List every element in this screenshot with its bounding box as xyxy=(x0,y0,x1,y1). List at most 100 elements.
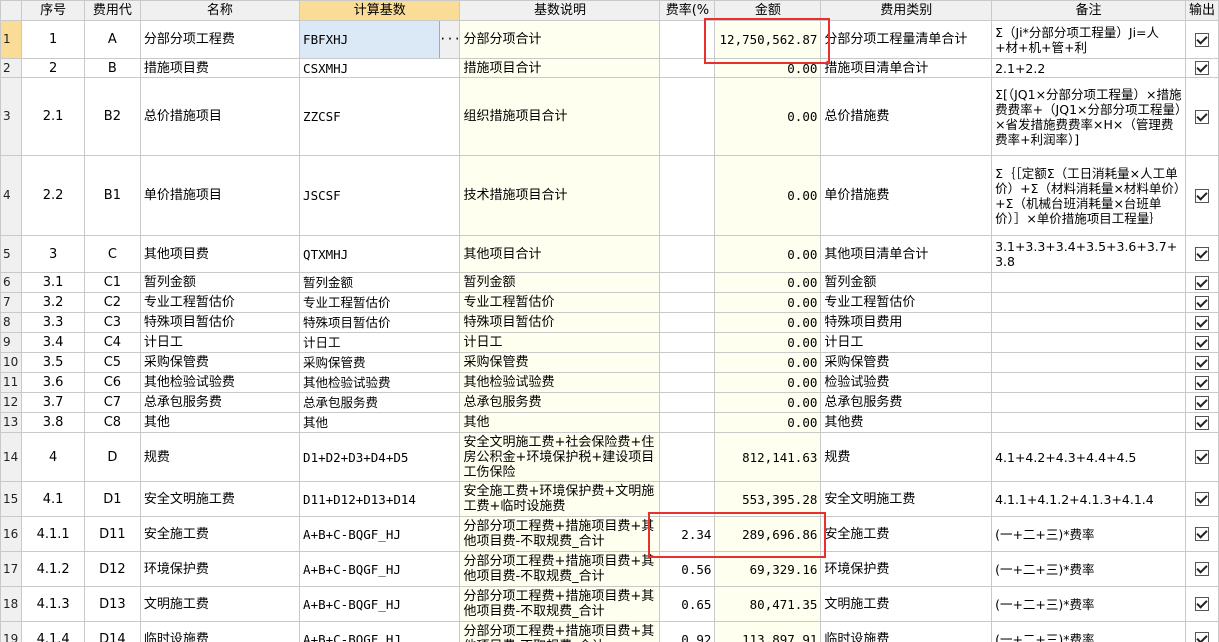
cell-seq[interactable]: 2 xyxy=(21,58,85,78)
cell-code[interactable]: D14 xyxy=(83,621,141,642)
cell-name[interactable]: 分部分项工程费 xyxy=(139,20,301,59)
cell-category[interactable]: 采购保管费 xyxy=(820,352,993,373)
cell-amount[interactable]: 0.00 xyxy=(714,155,822,236)
cell-code[interactable]: D13 xyxy=(83,586,141,622)
col-header-amount[interactable]: 金额 xyxy=(714,0,822,21)
checkbox-checked-icon[interactable] xyxy=(1194,395,1209,410)
col-header-rate[interactable]: 费率(% xyxy=(659,0,716,21)
cell-name[interactable]: 采购保管费 xyxy=(139,352,301,373)
cell-desc[interactable]: 暂列金额 xyxy=(459,272,661,293)
cell-output[interactable] xyxy=(1184,235,1219,273)
cell-code[interactable]: C3 xyxy=(83,312,141,333)
cell-category[interactable]: 单价措施费 xyxy=(820,155,993,236)
cell-remark[interactable]: 2.1+2.2 xyxy=(991,58,1186,78)
checkbox-checked-icon[interactable] xyxy=(1194,415,1209,430)
cell-rate[interactable] xyxy=(659,372,716,393)
cell-output[interactable] xyxy=(1184,551,1219,587)
cell-code[interactable]: D xyxy=(83,432,141,482)
table-row[interactable]: 9 3.4 C4 计日工 计日工 计日工 0.00 计日工 xyxy=(0,332,1219,353)
cell-seq[interactable]: 4.1.1 xyxy=(21,516,85,552)
cell-name[interactable]: 其他项目费 xyxy=(139,235,301,273)
cell-output[interactable] xyxy=(1184,352,1219,373)
checkbox-checked-icon[interactable] xyxy=(1194,61,1209,75)
cell-seq[interactable]: 3.1 xyxy=(21,272,85,293)
cell-seq[interactable]: 2.1 xyxy=(21,77,85,156)
col-header-name[interactable]: 名称 xyxy=(139,0,301,21)
cell-rate[interactable] xyxy=(659,412,716,433)
table-row[interactable]: 11 3.6 C6 其他检验试验费 其他检验试验费 其他检验试验费 0.00 检验试验费 xyxy=(0,372,1219,393)
cell-category[interactable]: 暂列金额 xyxy=(820,272,993,293)
cell-rate[interactable] xyxy=(659,77,716,156)
cell-desc[interactable]: 专业工程暂估价 xyxy=(459,292,661,313)
checkbox-checked-icon[interactable] xyxy=(1194,492,1209,506)
cell-category[interactable]: 其他费 xyxy=(820,412,993,433)
cell-amount[interactable]: 80,471.35 xyxy=(714,586,822,622)
cell-output[interactable] xyxy=(1184,332,1219,353)
cell-amount[interactable]: 0.00 xyxy=(714,392,822,413)
cell-base[interactable]: A+B+C-BQGF_HJ xyxy=(299,621,461,642)
cell-code[interactable]: B1 xyxy=(83,155,141,236)
cell-output[interactable] xyxy=(1184,312,1219,333)
checkbox-checked-icon[interactable] xyxy=(1194,597,1209,611)
table-row[interactable]: 17 4.1.2 D12 环境保护费 A+B+C-BQGF_HJ 分部分项工程费+措施项目… xyxy=(0,551,1219,587)
cell-output[interactable] xyxy=(1184,432,1219,482)
cell-base[interactable]: 总承包服务费 xyxy=(299,392,461,413)
cell-remark[interactable] xyxy=(991,332,1186,353)
col-header-category[interactable]: 费用类别 xyxy=(820,0,993,21)
checkbox-checked-icon[interactable] xyxy=(1194,632,1209,642)
cell-category[interactable]: 分部分项工程量清单合计 xyxy=(820,20,993,59)
cell-rate[interactable] xyxy=(659,235,716,273)
cell-seq[interactable]: 3 xyxy=(21,235,85,273)
cell-seq[interactable]: 3.4 xyxy=(21,332,85,353)
cell-remark[interactable]: 4.1+4.2+4.3+4.4+4.5 xyxy=(991,432,1186,482)
cell-amount[interactable]: 69,329.16 xyxy=(714,551,822,587)
table-row[interactable]: 4 2.2 B1 单价措施项目 JSCSF 技术措施项目合计 0.00 单价措施费 Σ｛［定额Σ… xyxy=(0,155,1219,236)
cell-amount[interactable]: 553,395.28 xyxy=(714,481,822,517)
table-row[interactable]: 8 3.3 C3 特殊项目暂估价 特殊项目暂估价 特殊项目暂估价 0.00 特殊项目费用 xyxy=(0,312,1219,333)
cell-rate[interactable] xyxy=(659,332,716,353)
cell-base[interactable]: D11+D12+D13+D14 xyxy=(299,481,461,517)
cell-base[interactable]: D1+D2+D3+D4+D5 xyxy=(299,432,461,482)
checkbox-checked-icon[interactable] xyxy=(1194,355,1209,370)
cell-code[interactable]: C5 xyxy=(83,352,141,373)
cell-seq[interactable]: 3.8 xyxy=(21,412,85,433)
checkbox-checked-icon[interactable] xyxy=(1194,275,1209,290)
cell-name[interactable]: 专业工程暂估价 xyxy=(139,292,301,313)
checkbox-checked-icon[interactable] xyxy=(1194,295,1209,310)
cell-code[interactable]: A xyxy=(83,20,141,59)
cell-seq[interactable]: 3.2 xyxy=(21,292,85,313)
cell-seq[interactable]: 4.1.4 xyxy=(21,621,85,642)
cell-code[interactable]: D1 xyxy=(83,481,141,517)
cell-amount[interactable]: 0.00 xyxy=(714,352,822,373)
cell-name[interactable]: 暂列金额 xyxy=(139,272,301,293)
cell-category[interactable]: 安全施工费 xyxy=(820,516,993,552)
checkbox-checked-icon[interactable] xyxy=(1194,335,1209,350)
cell-name[interactable]: 总承包服务费 xyxy=(139,392,301,413)
cell-amount[interactable]: 0.00 xyxy=(714,272,822,293)
cell-base[interactable]: 专业工程暂估价 xyxy=(299,292,461,313)
checkbox-checked-icon[interactable] xyxy=(1194,188,1209,203)
cell-seq[interactable]: 4 xyxy=(21,432,85,482)
cell-desc[interactable]: 分部分项工程费+措施项目费+其他项目费-不取规费_合计 xyxy=(459,516,661,552)
cell-desc[interactable]: 特殊项目暂估价 xyxy=(459,312,661,333)
cell-amount[interactable]: 0.00 xyxy=(714,412,822,433)
cell-name[interactable]: 安全文明施工费 xyxy=(139,481,301,517)
cell-category[interactable]: 总承包服务费 xyxy=(820,392,993,413)
cell-code[interactable]: C6 xyxy=(83,372,141,393)
cell-name[interactable]: 其他 xyxy=(139,412,301,433)
cell-amount[interactable]: 0.00 xyxy=(714,235,822,273)
checkbox-checked-icon[interactable] xyxy=(1194,109,1209,124)
cell-code[interactable]: B xyxy=(83,58,141,78)
cell-category[interactable]: 规费 xyxy=(820,432,993,482)
cell-output[interactable] xyxy=(1184,412,1219,433)
cell-category[interactable]: 环境保护费 xyxy=(820,551,993,587)
cell-seq[interactable]: 1 xyxy=(21,20,85,59)
cell-category[interactable]: 专业工程暂估价 xyxy=(820,292,993,313)
cell-rate[interactable] xyxy=(659,312,716,333)
cell-remark[interactable]: Σ（Ji*分部分项工程量）Ji=人+材+机+管+利 xyxy=(991,20,1186,59)
cell-output[interactable] xyxy=(1184,481,1219,517)
cell-seq[interactable]: 3.3 xyxy=(21,312,85,333)
cell-remark[interactable] xyxy=(991,292,1186,313)
table-row[interactable]: 3 2.1 B2 总价措施项目 ZZCSF 组织措施项目合计 0.00 总价措施费 Σ[（JQ1… xyxy=(0,77,1219,156)
cell-remark[interactable] xyxy=(991,412,1186,433)
